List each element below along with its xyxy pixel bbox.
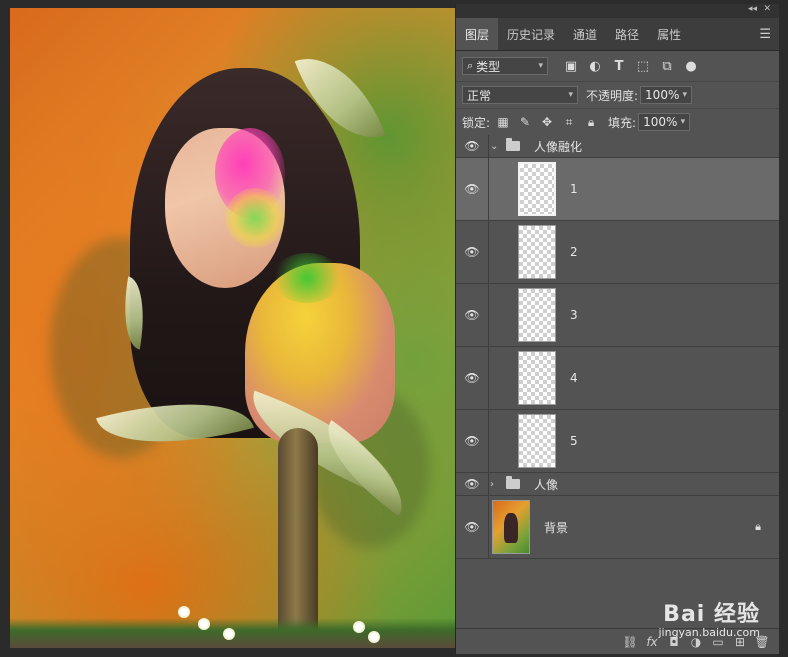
watermark-sub: jingyan.baidu.com <box>658 626 760 639</box>
filter-toggle-icon[interactable]: ● <box>682 57 700 75</box>
eye-icon[interactable]: 👁︎ <box>456 477 488 491</box>
blend-mode-select[interactable]: 正常 ▾ <box>462 86 578 104</box>
layer-name: 2 <box>570 245 578 259</box>
layer-thumbnail <box>518 288 556 342</box>
eye-icon[interactable]: 👁︎ <box>456 308 488 322</box>
tab-properties[interactable]: 属性 <box>648 18 690 50</box>
layer-name: 背景 <box>544 520 569 535</box>
baidu-jingyan-watermark: Bai 经验 jingyan.baidu.com <box>658 596 760 639</box>
layer-row[interactable]: 👁︎ 1 <box>456 158 779 221</box>
chevron-down-icon: ▾ <box>538 61 543 71</box>
layer-row[interactable]: 👁︎ 2 <box>456 221 779 284</box>
lock-icon: 🔒︎ <box>755 520 761 533</box>
filter-kind-value: 类型 <box>476 59 501 74</box>
chevron-down-icon: ▾ <box>682 90 688 100</box>
layer-thumbnail <box>518 414 556 468</box>
shoulder-paint-green <box>272 253 342 303</box>
link-layers-icon[interactable]: ⛓︎ <box>619 635 641 649</box>
layers-panel: ◂◂ ✕ 图层 历史记录 通道 路径 属性 ☰ ⌕ 类型 ▾ ▣ ◐ T ⬚ ⧉… <box>455 4 779 654</box>
layer-thumbnail <box>518 162 556 216</box>
daisy-flower <box>180 608 188 616</box>
double-chevron-icon[interactable]: ◂◂ <box>748 4 757 14</box>
layer-thumbnail <box>518 225 556 279</box>
opacity-label: 不透明度: <box>586 88 639 103</box>
chevron-down-icon: ▾ <box>568 90 573 100</box>
adjustment-filter-icon[interactable]: ◐ <box>586 57 604 75</box>
divider <box>488 410 489 472</box>
divider <box>488 284 489 346</box>
close-icon[interactable]: ✕ <box>763 4 771 14</box>
folder-icon <box>506 138 520 151</box>
text-filter-icon[interactable]: T <box>610 57 628 75</box>
lock-row: 锁定: ▦ ✎ ✥ ⌗ 🔒︎ 填充: 100% ▾ <box>456 109 779 136</box>
eye-icon[interactable]: 👁︎ <box>456 371 488 385</box>
panel-title-bar: ◂◂ ✕ <box>456 4 779 18</box>
tab-layers[interactable]: 图层 <box>456 18 499 50</box>
image-filter-icon[interactable]: ▣ <box>562 57 580 75</box>
tab-history[interactable]: 历史记录 <box>498 18 564 50</box>
eye-icon[interactable]: 👁︎ <box>456 182 488 196</box>
layer-name: 5 <box>570 434 578 448</box>
search-icon: ⌕ <box>467 59 474 72</box>
folder-icon <box>506 476 520 489</box>
watermark-main: Bai 经验 <box>663 602 760 627</box>
layer-row[interactable]: 👁︎ 4 <box>456 347 779 410</box>
layer-filter-row: ⌕ 类型 ▾ ▣ ◐ T ⬚ ⧉ ● <box>456 51 779 82</box>
eye-icon[interactable]: 👁︎ <box>456 139 488 153</box>
lock-all-icon[interactable]: 🔒︎ <box>582 113 600 131</box>
fill-value: 100% <box>643 115 678 129</box>
lock-paint-icon[interactable]: ✎ <box>516 113 534 131</box>
lock-label: 锁定: <box>462 115 491 130</box>
eye-icon[interactable]: 👁︎ <box>456 434 488 448</box>
lock-artboard-icon[interactable]: ⌗ <box>560 113 578 131</box>
background-layer-row[interactable]: 👁︎ 背景 🔒︎ <box>456 496 779 559</box>
daisy-flower <box>355 623 363 631</box>
divider <box>488 496 489 558</box>
shape-filter-icon[interactable]: ⬚ <box>634 57 652 75</box>
daisy-flower <box>225 630 233 638</box>
tab-channels[interactable]: 通道 <box>564 18 606 50</box>
opacity-value: 100% <box>645 88 680 102</box>
layer-group-row[interactable]: 👁︎ › 人像 <box>456 473 779 496</box>
layer-group-row[interactable]: 👁︎ ⌄ 人像融化 <box>456 135 779 158</box>
filter-kind-select[interactable]: ⌕ 类型 ▾ <box>462 57 548 75</box>
eye-icon[interactable]: 👁︎ <box>456 520 488 534</box>
layer-name: 3 <box>570 308 578 322</box>
layer-thumbnail <box>492 500 530 554</box>
layer-row[interactable]: 👁︎ 5 <box>456 410 779 473</box>
panel-tabs: 图层 历史记录 通道 路径 属性 ☰ <box>456 18 779 51</box>
blend-mode-value: 正常 <box>467 88 492 103</box>
face-paint-green <box>225 188 285 248</box>
chevron-right-icon[interactable]: › <box>490 479 502 490</box>
fill-label: 填充: <box>608 115 637 130</box>
opacity-input[interactable]: 100% ▾ <box>640 86 693 104</box>
panel-menu-icon[interactable]: ☰ <box>759 27 771 42</box>
daisy-flower <box>370 633 378 641</box>
layer-row[interactable]: 👁︎ 3 <box>456 284 779 347</box>
layer-name: 4 <box>570 371 578 385</box>
chevron-down-icon[interactable]: ⌄ <box>490 141 502 152</box>
fill-input[interactable]: 100% ▾ <box>638 113 691 131</box>
divider <box>488 347 489 409</box>
layer-name: 人像 <box>534 477 559 492</box>
divider <box>488 473 489 495</box>
blend-row: 正常 ▾ 不透明度: 100% ▾ <box>456 82 779 109</box>
lock-position-icon[interactable]: ✥ <box>538 113 556 131</box>
lock-transparent-icon[interactable]: ▦ <box>494 113 512 131</box>
plant-trunk <box>278 428 318 648</box>
divider <box>488 135 489 157</box>
eye-icon[interactable]: 👁︎ <box>456 245 488 259</box>
layer-name: 人像融化 <box>534 139 583 154</box>
daisy-flower <box>200 620 208 628</box>
layers-list: 👁︎ ⌄ 人像融化 👁︎ 1 👁︎ 2 👁︎ 3 � <box>456 135 779 559</box>
divider <box>488 221 489 283</box>
chevron-down-icon: ▾ <box>680 117 686 127</box>
document-canvas[interactable] <box>10 8 455 648</box>
layer-name: 1 <box>570 182 578 196</box>
divider <box>488 158 489 220</box>
layer-thumbnail <box>518 351 556 405</box>
tab-paths[interactable]: 路径 <box>606 18 648 50</box>
smart-object-filter-icon[interactable]: ⧉ <box>658 57 676 75</box>
